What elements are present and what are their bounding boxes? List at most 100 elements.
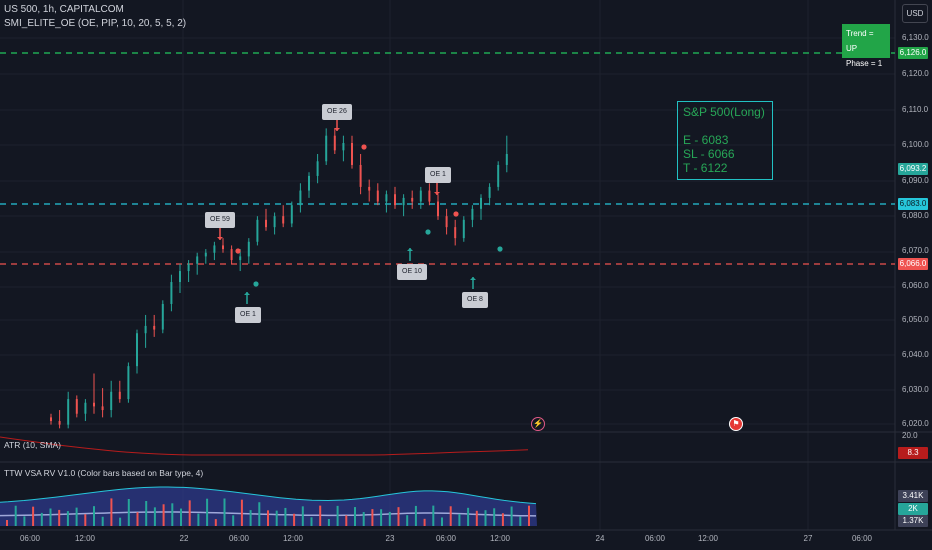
volume-bar: [371, 509, 374, 526]
volume-bar: [467, 507, 470, 526]
candle[interactable]: [170, 274, 173, 312]
entry-price-tag: 6,083.0: [898, 198, 928, 210]
candle[interactable]: [325, 128, 328, 165]
candle[interactable]: [411, 190, 414, 209]
oe-callout[interactable]: OE 1: [425, 167, 451, 183]
volume-bar: [388, 511, 391, 526]
candle[interactable]: [187, 260, 190, 283]
candle[interactable]: [488, 183, 491, 206]
symbol-title[interactable]: US 500, 1h, CAPITALCOM: [4, 4, 124, 15]
atr-line: [0, 436, 529, 456]
volume-bar: [501, 513, 504, 526]
candle[interactable]: [394, 186, 396, 209]
trade-entry: E - 6083: [683, 133, 729, 147]
vsa-tag-top: 3.41K: [898, 490, 928, 502]
trend-box: Trend = UP Phase = 1: [842, 24, 890, 68]
candle[interactable]: [230, 245, 233, 264]
candle[interactable]: [333, 128, 336, 154]
candle[interactable]: [161, 300, 164, 334]
candle[interactable]: [428, 183, 431, 206]
volume-bar: [223, 498, 226, 526]
trade-stop: SL - 6066: [683, 147, 735, 161]
time-axis-label: 06:00: [19, 534, 41, 543]
candle[interactable]: [256, 216, 259, 246]
candle[interactable]: [437, 194, 439, 220]
candle[interactable]: [127, 362, 130, 403]
oe-callout[interactable]: OE 59: [205, 212, 235, 228]
oe-callout[interactable]: OE 1: [235, 307, 261, 323]
volume-bar: [66, 511, 69, 526]
indicator-title[interactable]: SMI_ELITE_OE (OE, PIP, 10, 20, 5, 5, 2): [4, 18, 186, 29]
candle[interactable]: [222, 238, 224, 253]
oe-callout[interactable]: OE 10: [397, 264, 427, 280]
candle[interactable]: [505, 135, 508, 173]
candle[interactable]: [50, 413, 52, 425]
volume-bar: [510, 506, 513, 526]
volume-bar: [206, 498, 209, 526]
trade-title: S&P 500(Long): [683, 105, 765, 119]
candle[interactable]: [299, 183, 302, 213]
candle[interactable]: [471, 205, 474, 228]
candle[interactable]: [247, 238, 250, 264]
candle[interactable]: [58, 410, 61, 429]
volume-bar: [528, 505, 530, 526]
candle[interactable]: [110, 380, 113, 418]
candle[interactable]: [402, 194, 405, 217]
volume-bar: [258, 502, 261, 526]
chart-stage[interactable]: US 500, 1h, CAPITALCOM SMI_ELITE_OE (OE,…: [0, 0, 932, 550]
candle[interactable]: [204, 249, 207, 264]
candle[interactable]: [290, 201, 293, 228]
candle[interactable]: [118, 380, 121, 403]
signal-arrowhead: [434, 192, 440, 195]
oe-callout[interactable]: OE 8: [462, 292, 488, 308]
volume-bar: [180, 508, 182, 526]
candle[interactable]: [84, 399, 87, 422]
candle[interactable]: [385, 190, 388, 213]
vsa-label[interactable]: TTW VSA RV V1.0 (Color bars based on Bar…: [4, 468, 203, 478]
volume-bar: [75, 507, 78, 526]
volume-bar: [345, 515, 348, 526]
candle[interactable]: [153, 314, 156, 337]
candle[interactable]: [342, 135, 345, 162]
candle[interactable]: [179, 263, 181, 293]
candle[interactable]: [93, 373, 95, 414]
volume-bar: [197, 513, 200, 526]
currency-button[interactable]: USD: [902, 4, 928, 23]
candle[interactable]: [308, 172, 310, 198]
candle[interactable]: [351, 135, 353, 169]
candle[interactable]: [376, 183, 379, 206]
volume-bar: [362, 512, 365, 526]
candle[interactable]: [75, 395, 78, 418]
price-axis-label: 6,130.0: [902, 33, 929, 42]
candle[interactable]: [359, 153, 362, 195]
time-axis-label: 24: [595, 534, 605, 543]
volume-bar: [249, 510, 252, 526]
candle[interactable]: [67, 391, 70, 429]
candle[interactable]: [445, 208, 448, 235]
lightning-icon[interactable]: ⚡: [531, 417, 545, 431]
candle[interactable]: [419, 186, 422, 209]
oe-callout[interactable]: OE 26: [322, 104, 352, 120]
candle[interactable]: [136, 329, 138, 374]
time-axis-label: 22: [179, 534, 189, 543]
volume-bar: [519, 516, 522, 526]
candle[interactable]: [213, 241, 216, 261]
candle[interactable]: [196, 252, 199, 275]
price-axis-label: 6,090.0: [902, 176, 929, 185]
flag-icon[interactable]: ⚑: [729, 417, 743, 431]
candle[interactable]: [462, 216, 465, 242]
atr-scale-label: 20.0: [902, 431, 918, 440]
time-axis-label: 23: [385, 534, 395, 543]
atr-label[interactable]: ATR (10, SMA): [4, 440, 61, 450]
candle[interactable]: [101, 388, 104, 418]
volume-bar: [136, 512, 139, 526]
candle[interactable]: [454, 219, 457, 246]
candle[interactable]: [265, 208, 267, 231]
volume-bar: [6, 520, 8, 526]
candle[interactable]: [368, 179, 371, 202]
candle[interactable]: [497, 161, 500, 191]
phase-label: Phase = 1: [846, 59, 883, 68]
volume-bar: [275, 510, 278, 526]
price-axis-label: 6,060.0: [902, 281, 929, 290]
candle[interactable]: [316, 153, 319, 184]
